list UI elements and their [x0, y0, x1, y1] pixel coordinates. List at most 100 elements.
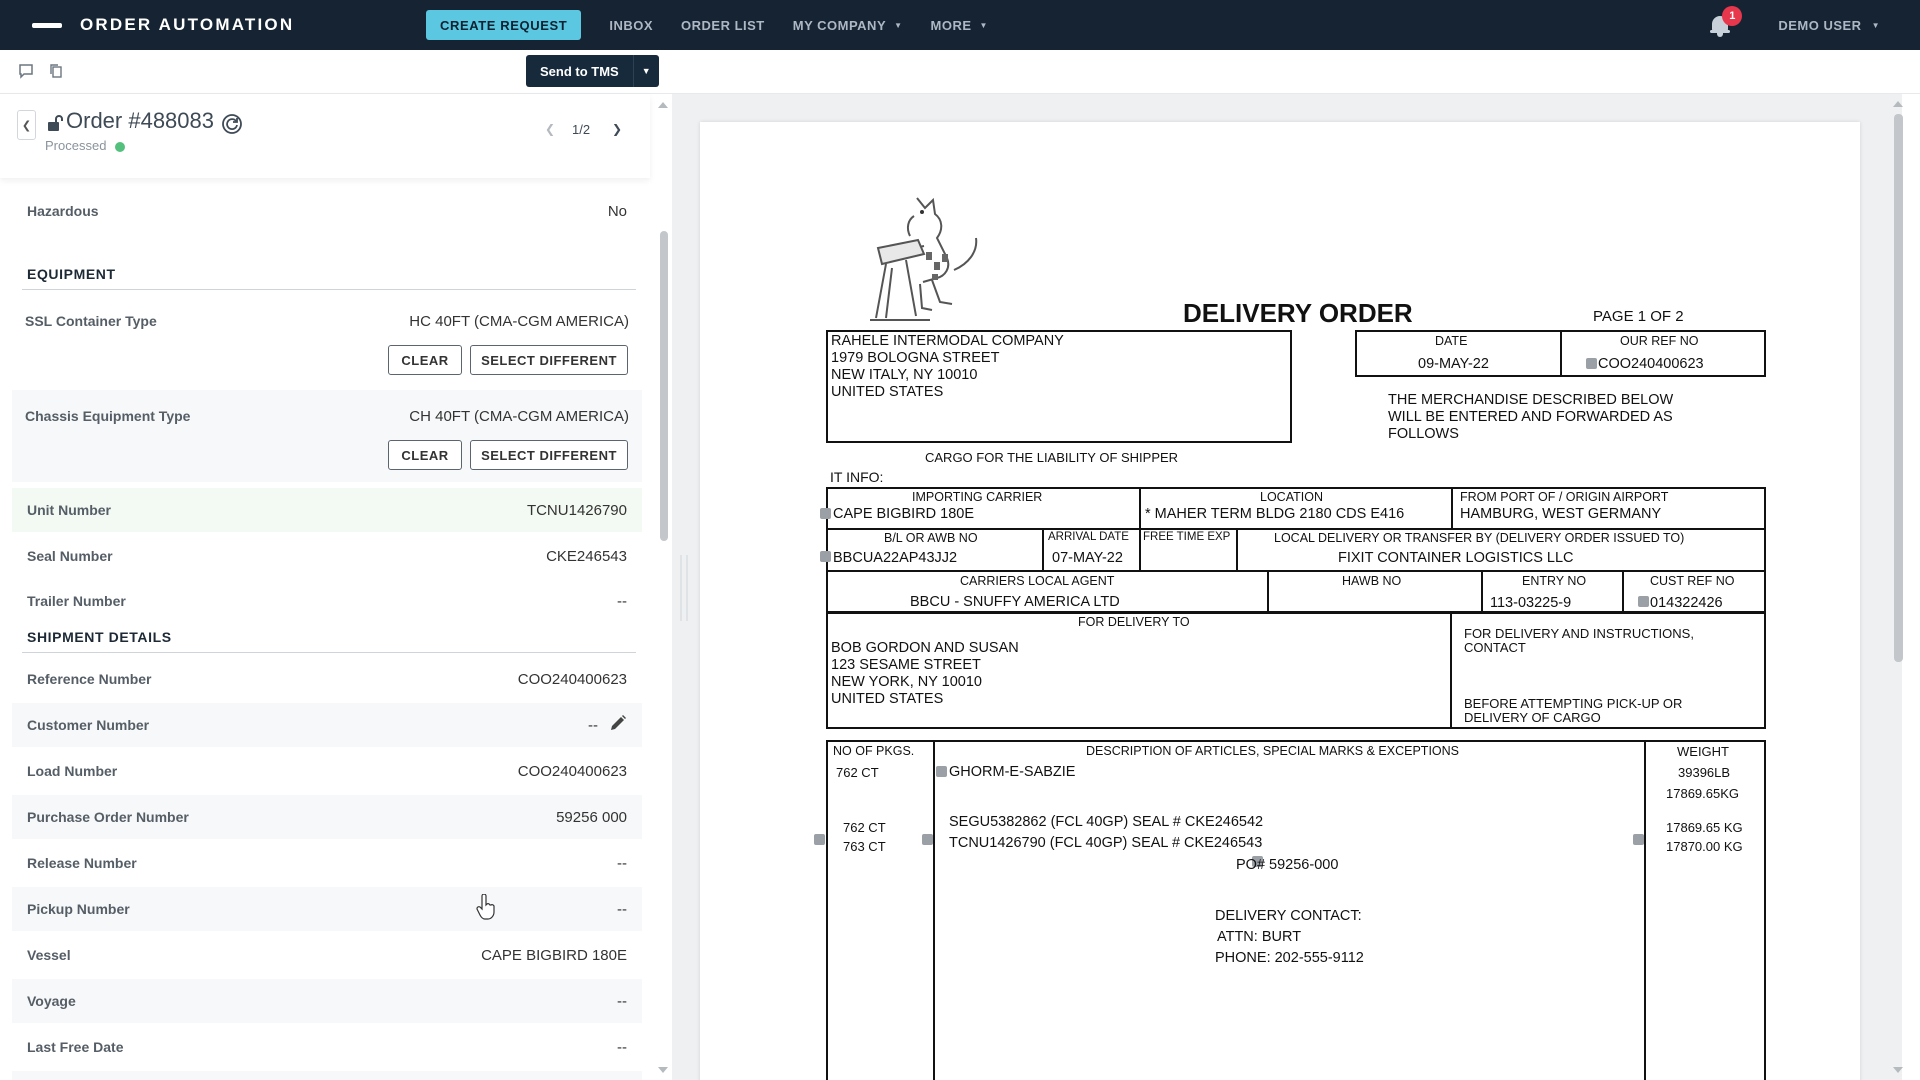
section-title-equipment: EQUIPMENT: [27, 266, 116, 282]
document-page-of: PAGE 1 OF 2: [1593, 308, 1684, 325]
refresh-icon[interactable]: [221, 113, 243, 135]
viewer-scroll-down-icon[interactable]: [1893, 1067, 1903, 1073]
field-label: Hazardous: [27, 203, 99, 219]
local-delivery-value: FIXIT CONTAINER LOGISTICS LLC: [1338, 550, 1574, 566]
divider: [1560, 330, 1562, 377]
field-marker-icon: [820, 551, 831, 562]
cust-ref-label: CUST REF NO: [1650, 574, 1735, 588]
unlock-icon[interactable]: [46, 114, 64, 132]
our-ref-value: COO240400623: [1598, 356, 1704, 372]
field-value: --: [588, 717, 598, 734]
section-divider: [22, 652, 636, 653]
divider: [1622, 570, 1624, 613]
divider: [1267, 570, 1269, 613]
field-marker-icon: [820, 508, 831, 519]
field-label: Customer Number: [27, 717, 150, 733]
order-title: Order #488083: [66, 108, 214, 133]
date-label: DATE: [1435, 334, 1468, 348]
field-value: TCNU1426790: [526, 502, 627, 519]
field-customer-number[interactable]: Customer Number --: [12, 703, 642, 747]
delivery-to-label: FOR DELIVERY TO: [1078, 615, 1190, 629]
left-scroll-up-icon[interactable]: [658, 102, 668, 108]
our-ref-label: OUR REF NO: [1620, 334, 1699, 348]
pager-indicator: 1/2: [572, 122, 591, 137]
clear-button[interactable]: CLEAR: [388, 440, 462, 470]
field-value: --: [617, 901, 627, 918]
comment-icon[interactable]: [18, 63, 34, 79]
left-scrollbar-thumb[interactable]: [660, 231, 668, 541]
order-header: ❮ Order #488083 Processed ❮ 1/2 ❯: [0, 94, 650, 178]
viewer-scrollbar-thumb[interactable]: [1894, 114, 1903, 662]
select-different-button[interactable]: SELECT DIFFERENT: [470, 440, 628, 470]
description-item: GHORM-E-SABZIE: [949, 764, 1076, 780]
document-title: DELIVERY ORDER: [1183, 298, 1413, 328]
hand-cursor-icon: [476, 894, 495, 920]
weight-label: WEIGHT: [1677, 744, 1729, 759]
brand-logo-icon: [32, 22, 62, 28]
field-label: Chassis Equipment Type: [25, 408, 191, 424]
merchandise-note: WILL BE ENTERED AND FORWARDED AS: [1388, 409, 1673, 425]
local-delivery-label: LOCAL DELIVERY OR TRANSFER BY (DELIVERY …: [1274, 531, 1685, 545]
field-label: Last Free Date: [27, 1039, 124, 1055]
weight-value: 17869.65KG: [1666, 786, 1740, 801]
from-port-label: FROM PORT OF / ORIGIN AIRPORT: [1460, 490, 1669, 504]
po-number: PO# 59256-000: [1236, 857, 1339, 873]
field-marker-icon: [936, 766, 947, 777]
previous-page-icon[interactable]: ❮: [545, 122, 555, 136]
location-value: * MAHER TERM BLDG 2180 CDS E416: [1145, 506, 1405, 522]
panel-resize-handle[interactable]: [680, 555, 688, 621]
arrival-label: ARRIVAL DATE: [1048, 531, 1129, 543]
field-last-free-date: Last Free Date --: [12, 1025, 642, 1069]
nav-order-list[interactable]: ORDER LIST: [681, 18, 765, 33]
order-details-panel: ❮ Order #488083 Processed ❮ 1/2 ❯ Hazard…: [0, 94, 672, 1080]
edit-pencil-icon[interactable]: [608, 713, 628, 733]
merchandise-note: THE MERCHANDISE DESCRIBED BELOW: [1388, 392, 1674, 408]
divider: [933, 740, 935, 1080]
nav-inbox[interactable]: INBOX: [609, 18, 653, 33]
instructions-line: CONTACT: [1464, 640, 1526, 655]
field-unit-number: Unit Number TCNU1426790: [12, 488, 642, 532]
back-button[interactable]: ❮: [17, 110, 36, 140]
field-hazardous: Hazardous No: [12, 189, 642, 233]
order-fields-scroll[interactable]: Hazardous No EQUIPMENT SSL Container Typ…: [0, 178, 650, 1080]
field-value: --: [617, 855, 627, 872]
it-info-label: IT INFO:: [830, 469, 884, 485]
viewer-scroll-up-icon[interactable]: [1893, 101, 1903, 107]
next-page-icon[interactable]: ❯: [612, 122, 622, 136]
divider: [1451, 487, 1453, 528]
field-label: Voyage: [27, 993, 76, 1009]
divider: [826, 528, 1766, 530]
nav-my-company[interactable]: MY COMPANY ▼: [793, 18, 903, 33]
merchandise-note: FOLLOWS: [1388, 426, 1459, 442]
agent-label: CARRIERS LOCAL AGENT: [960, 574, 1115, 588]
arrival-value: 07-MAY-22: [1052, 550, 1123, 566]
contact-line: PHONE: 202-555-9112: [1215, 950, 1364, 966]
user-menu[interactable]: DEMO USER ▼: [1778, 18, 1880, 33]
select-different-button[interactable]: SELECT DIFFERENT: [470, 345, 628, 375]
send-options-dropdown[interactable]: ▼: [632, 55, 659, 87]
divider: [1481, 570, 1483, 613]
date-value: 09-MAY-22: [1418, 356, 1489, 372]
entry-label: ENTRY NO: [1522, 574, 1587, 588]
cargo-note: CARGO FOR THE LIABILITY OF SHIPPER: [925, 450, 1179, 465]
divider: [1644, 740, 1646, 1080]
field-value: HC 40FT (CMA-CGM AMERICA): [409, 313, 629, 330]
nav-more[interactable]: MORE ▼: [931, 18, 988, 33]
field-trailer-number: Trailer Number --: [12, 579, 642, 623]
pkgs-label: NO OF PKGS.: [833, 744, 915, 758]
clear-button[interactable]: CLEAR: [388, 345, 462, 375]
left-scroll-down-icon[interactable]: [658, 1067, 668, 1073]
status-indicator-dot: [115, 142, 125, 152]
field-value: 59256 000: [556, 809, 627, 826]
from-port-value: HAMBURG, WEST GERMANY: [1460, 506, 1662, 522]
field-purchase-order-number: Purchase Order Number 59256 000: [12, 795, 642, 839]
notifications-bell-icon[interactable]: 1: [1708, 6, 1743, 38]
brand[interactable]: ORDER AUTOMATION: [32, 15, 392, 35]
create-request-button[interactable]: CREATE REQUEST: [426, 10, 582, 40]
delivery-to-line: BOB GORDON AND SUSAN: [831, 640, 1019, 656]
entry-value: 113-03225-9: [1490, 595, 1572, 611]
copy-icon[interactable]: [48, 63, 64, 79]
delivery-to-line: 123 SESAME STREET: [831, 657, 981, 673]
send-to-tms-button[interactable]: Send to TMS: [526, 55, 633, 87]
field-voyage: Voyage --: [12, 979, 642, 1023]
